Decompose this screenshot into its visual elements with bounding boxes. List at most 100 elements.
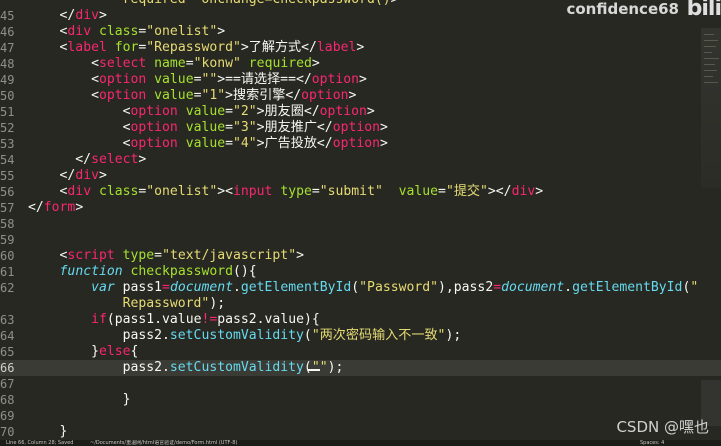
line-number: 67 <box>0 377 15 391</box>
code-line[interactable]: 56 <div class="onelist"><input type="sub… <box>0 184 721 200</box>
csdn-watermark: CSDN @嘿也 <box>616 418 709 436</box>
code-token: " <box>690 280 699 295</box>
code-token: > <box>359 72 367 87</box>
code-token: setCustomValidity <box>169 328 304 343</box>
code-text: if(pass1.value!=pass2.value){ <box>28 312 320 328</box>
code-token: getElementById <box>240 280 352 295</box>
code-token: option <box>130 104 178 119</box>
line-number: 51 <box>0 105 15 119</box>
code-token: getElementById <box>572 280 683 295</box>
code-token: option <box>319 104 367 119</box>
code-line[interactable]: 55 </div> <box>0 168 721 184</box>
code-token: ( <box>303 360 312 375</box>
code-token: ( <box>303 328 312 343</box>
code-line[interactable]: 59 <box>0 232 721 248</box>
code-line[interactable]: 64 pass2.setCustomValidity("两次密码输入不一致"); <box>0 328 721 344</box>
code-line[interactable]: 67 <box>0 376 721 392</box>
code-line[interactable]: 57 </form> <box>0 200 721 216</box>
code-line[interactable]: 61 function checkpassword(){ <box>0 264 721 280</box>
code-token: select <box>98 56 147 71</box>
code-token: type <box>122 248 155 263</box>
code-token: div <box>75 168 99 183</box>
code-line[interactable]: 49 <option value="">==请选择==</option> <box>0 72 721 88</box>
code-token: = <box>162 280 170 295</box>
line-number: 62 <box>0 281 15 295</box>
minimap[interactable] <box>701 28 721 188</box>
code-token: { <box>130 344 139 359</box>
code-token: form <box>43 200 76 215</box>
code-line[interactable]: 58 <box>0 216 721 232</box>
code-text: </div> <box>28 8 107 24</box>
code-token: ); <box>209 296 226 311</box>
code-token: "konw" <box>193 56 241 71</box>
code-text: <div class="onelist"> <box>28 24 226 40</box>
uploader-watermark: confidence68 <box>566 0 679 18</box>
code-line[interactable]: 46 <div class="onelist"> <box>0 24 721 40</box>
code-token: "submit" <box>319 184 383 199</box>
code-token: >搜索引擎</ <box>225 88 302 103</box>
code-token: "onelist" <box>146 24 218 39</box>
code-token: </ <box>28 8 76 23</box>
code-token: </ <box>28 168 76 183</box>
line-number: 47 <box>0 41 15 55</box>
line-number: 68 <box>0 393 15 407</box>
code-line[interactable]: Repassword"); <box>0 296 721 312</box>
line-number: 46 <box>0 25 15 39</box>
code-line[interactable]: 60 <script type="text/javascript"> <box>0 248 721 264</box>
code-token: >朋友圈</ <box>256 104 320 119</box>
code-token: < <box>28 120 131 135</box>
code-line[interactable]: 50 <option value="1">搜索引擎</option> <box>0 88 721 104</box>
status-indentation[interactable]: Spaces: 4 <box>640 440 664 446</box>
code-token: value <box>154 72 194 87</box>
code-line[interactable]: 48 <select name="konw" required> <box>0 56 721 72</box>
line-number: 57 <box>0 201 15 215</box>
code-text: <option value="1">搜索引擎</option> <box>28 88 356 104</box>
code-text: <div class="onelist"><input type="submit… <box>28 184 544 200</box>
code-line[interactable]: 70 } <box>0 424 721 440</box>
code-line[interactable]: 62 var pass1=document.getElementById("Pa… <box>0 280 721 296</box>
code-token: checkpassword <box>130 264 233 279</box>
code-line[interactable]: 52 <option value="3">朋友推广</option> <box>0 120 721 136</box>
code-editor[interactable]: required onchange=checkpassword()>45 </d… <box>0 0 721 440</box>
line-number: 59 <box>0 233 15 247</box>
line-number: 54 <box>0 153 15 167</box>
code-token: = <box>225 136 233 151</box>
code-text: </select> <box>28 152 146 168</box>
code-line[interactable]: 53 <option value="4">广告投放</option> <box>0 136 721 152</box>
code-token: (){ <box>233 264 257 279</box>
code-token: name <box>154 56 186 71</box>
line-number: 58 <box>0 217 15 231</box>
code-line[interactable]: 63 if(pass1.value!=pass2.value){ <box>0 312 721 328</box>
line-number: 53 <box>0 137 15 151</box>
code-text: Repassword"); <box>28 296 226 312</box>
code-line[interactable]: 69 <box>0 408 721 424</box>
code-token: div <box>75 8 99 23</box>
code-token: "" <box>201 72 218 87</box>
code-text: pass2.setCustomValidity("两次密码输入不一致"); <box>28 328 462 344</box>
code-text: required onchange=checkpassword()> <box>28 0 399 8</box>
code-line[interactable]: 47 <label for="Repassword">了解方式</label> <box>0 40 721 56</box>
code-token: < <box>28 24 68 39</box>
code-token: > <box>311 56 320 71</box>
code-token: pass2. <box>28 328 170 343</box>
code-token: document <box>501 280 565 295</box>
code-line[interactable]: 51 <option value="2">朋友圈</option> <box>0 104 721 120</box>
code-line[interactable]: 68 } <box>0 392 721 408</box>
code-text: </div> <box>28 168 107 184</box>
code-token: option <box>332 120 380 135</box>
code-line[interactable]: 66 pass2.setCustomValidity(""); <box>0 360 721 376</box>
code-line[interactable]: 65 }else{ <box>0 344 721 360</box>
code-token: >了解方式</ <box>240 40 317 55</box>
code-token: ),pass2 <box>438 280 494 295</box>
code-token: "onelist" <box>146 184 218 199</box>
bilibili-logo: bili <box>686 0 721 21</box>
code-line[interactable]: 54 </select> <box>0 152 721 168</box>
status-bar: Line 66, Column 28; Saved ~/Documents/重温… <box>0 440 721 446</box>
status-file-path: ~/Documents/重温网/html语言验证/demo/Form.html … <box>90 440 238 446</box>
code-token: < <box>28 88 99 103</box>
code-token: "4" <box>233 136 257 151</box>
